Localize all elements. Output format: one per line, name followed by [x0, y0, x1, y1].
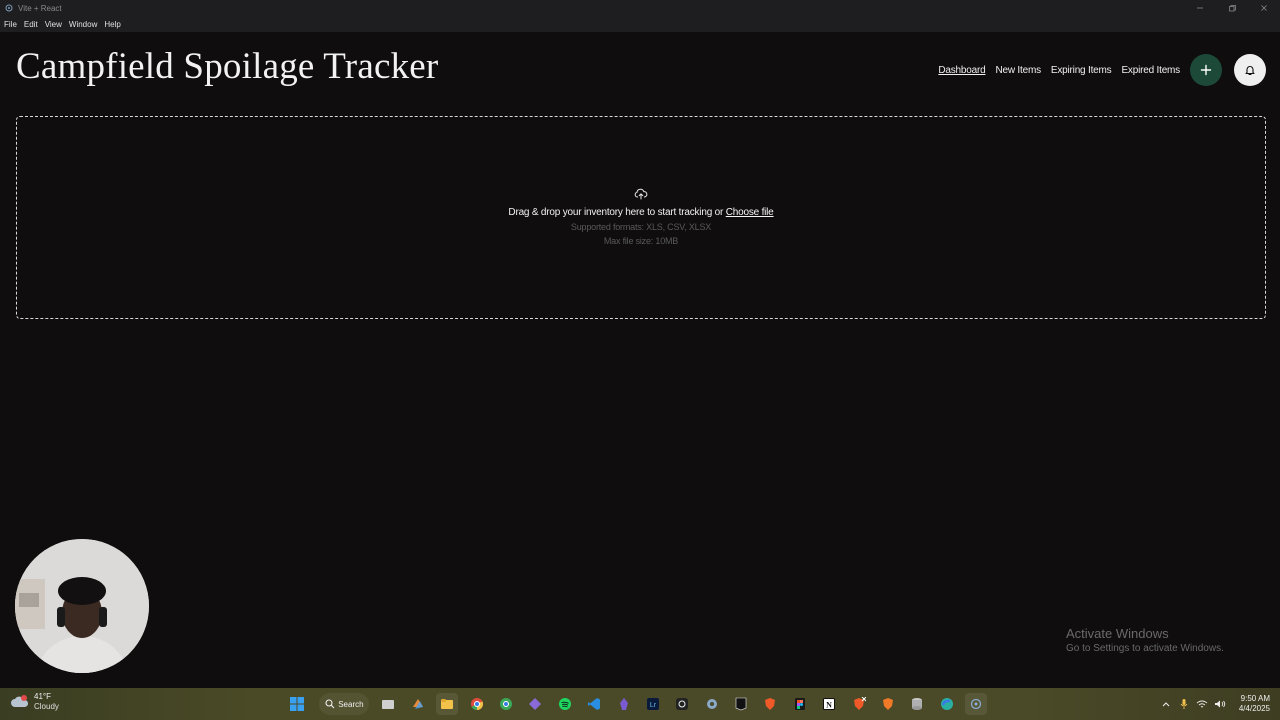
copilot-icon[interactable] — [407, 693, 429, 715]
cloud-upload-icon — [634, 187, 648, 201]
minimize-icon[interactable] — [1184, 0, 1216, 16]
menu-edit[interactable]: Edit — [24, 20, 38, 29]
taskbar: 41°F Cloudy Search Lr N 9:50 AM 4/4/2025 — [0, 688, 1280, 720]
obsidian-icon[interactable] — [613, 693, 635, 715]
menu-file[interactable]: File — [4, 20, 17, 29]
database-icon[interactable] — [906, 693, 928, 715]
cloud-icon — [11, 695, 29, 707]
clock-time: 9:50 AM — [1240, 694, 1270, 703]
epic-games-icon[interactable] — [730, 693, 752, 715]
app-icon-dark[interactable] — [671, 693, 693, 715]
main-nav: Dashboard New Items Expiring Items Expir… — [938, 54, 1266, 86]
edge-icon[interactable] — [936, 693, 958, 715]
nav-dashboard[interactable]: Dashboard — [938, 65, 985, 76]
supported-formats: Supported formats: XLS, CSV, XLSX — [570, 222, 712, 232]
menu-window[interactable]: Window — [69, 20, 97, 29]
nav-expired-items[interactable]: Expired Items — [1121, 65, 1180, 76]
menu-bar: File Edit View Window Help — [0, 16, 1280, 32]
restore-icon[interactable] — [1216, 0, 1248, 16]
search-icon — [325, 699, 335, 709]
volume-icon[interactable] — [1213, 697, 1227, 711]
vite-app-icon[interactable] — [965, 693, 988, 715]
svg-text:N: N — [826, 701, 832, 710]
microphone-icon[interactable] — [1177, 697, 1191, 711]
brave-nightly-icon[interactable] — [877, 693, 899, 715]
chevron-up-icon[interactable] — [1159, 697, 1173, 711]
file-explorer-icon[interactable] — [436, 693, 459, 715]
clock-date: 4/4/2025 — [1238, 704, 1270, 713]
taskbar-search[interactable]: Search — [319, 693, 370, 715]
svg-text:Lr: Lr — [650, 702, 657, 709]
chrome-icon[interactable] — [466, 693, 488, 715]
choose-file-link[interactable]: Choose file — [726, 207, 774, 218]
weather-widget[interactable]: 41°F Cloudy — [10, 692, 59, 712]
bell-icon — [1245, 66, 1255, 76]
settings-app-icon[interactable] — [701, 693, 723, 715]
dropzone-prompt: Drag & drop your inventory here to start… — [508, 207, 724, 218]
app-icon — [4, 3, 14, 13]
webcam-overlay — [15, 539, 149, 673]
page-title: Campfield Spoilage Tracker — [16, 46, 439, 87]
notion-icon[interactable]: N — [818, 693, 840, 715]
plus-icon — [1200, 64, 1212, 76]
activate-title: Activate Windows — [1066, 626, 1169, 641]
task-view-icon[interactable] — [377, 693, 399, 715]
max-file-size: Max file size: 10MB — [603, 236, 679, 246]
windows-start-icon[interactable] — [286, 693, 308, 715]
system-tray: 9:50 AM 4/4/2025 — [1159, 692, 1270, 716]
app-icon-purple[interactable] — [524, 693, 546, 715]
activate-windows-watermark: Activate Windows Go to Settings to activ… — [1066, 626, 1224, 654]
taskbar-clock[interactable]: 9:50 AM 4/4/2025 — [1239, 694, 1270, 714]
figma-icon[interactable] — [789, 693, 811, 715]
vscode-icon[interactable] — [583, 693, 605, 715]
window-title: Vite + React — [18, 3, 62, 13]
close-icon[interactable] — [1248, 0, 1280, 16]
brave-icon[interactable] — [759, 693, 781, 715]
chrome-profile-icon[interactable] — [495, 693, 517, 715]
weather-temp: 41°F — [34, 692, 51, 701]
menu-view[interactable]: View — [45, 20, 62, 29]
file-dropzone[interactable]: Drag & drop your inventory here to start… — [16, 116, 1266, 319]
nav-new-items[interactable]: New Items — [995, 65, 1041, 76]
notifications-button[interactable] — [1234, 54, 1266, 86]
wifi-icon[interactable] — [1195, 697, 1209, 711]
window-titlebar: Vite + React — [0, 0, 1280, 16]
nav-expiring-items[interactable]: Expiring Items — [1051, 65, 1112, 76]
weather-condition: Cloudy — [34, 702, 59, 711]
activate-subtitle: Go to Settings to activate Windows. — [1066, 643, 1224, 654]
search-label: Search — [338, 699, 364, 709]
dropzone-text: Drag & drop your inventory here to start… — [17, 207, 1265, 218]
menu-help[interactable]: Help — [104, 20, 120, 29]
add-item-button[interactable] — [1190, 54, 1222, 86]
lightroom-icon[interactable]: Lr — [642, 693, 664, 715]
spotify-icon[interactable] — [554, 693, 576, 715]
brave-beta-icon[interactable] — [848, 693, 870, 715]
